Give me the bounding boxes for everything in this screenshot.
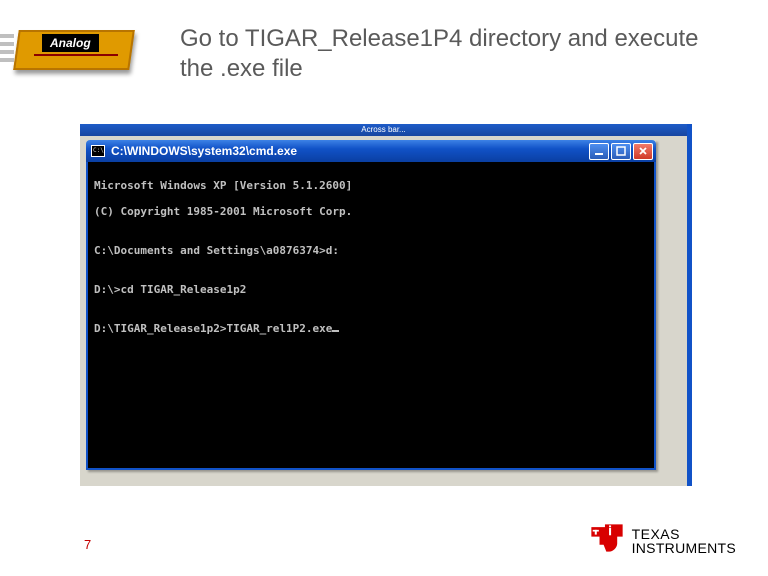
cmd-window-title: C:\WINDOWS\system32\cmd.exe: [111, 144, 589, 158]
cursor-icon: [332, 330, 339, 332]
cmd-output-line: D:\>cd TIGAR_Release1p2: [94, 283, 648, 296]
window-control-buttons: [589, 143, 653, 160]
close-icon: [638, 146, 648, 156]
ti-logo-line1: TEXAS: [632, 527, 736, 541]
minimize-button[interactable]: [589, 143, 609, 160]
analog-chip-logo: Analog: [6, 12, 138, 86]
cmd-prompt-icon: [91, 145, 105, 157]
cmd-prompt-text: D:\TIGAR_Release1p2>TIGAR_rel1P2.exe: [94, 322, 332, 335]
close-button[interactable]: [633, 143, 653, 160]
ti-logo-line2: INSTRUMENTS: [632, 541, 736, 555]
chip-pins: [0, 34, 14, 62]
cmd-output-line: C:\Documents and Settings\a0876374>d:: [94, 244, 648, 257]
cmd-prompt-line: D:\TIGAR_Release1p2>TIGAR_rel1P2.exe: [94, 322, 648, 335]
slide-title: Go to TIGAR_Release1P4 directory and exe…: [180, 24, 700, 84]
chip-underline: [34, 54, 118, 56]
screenshot-frame: Across bar... C:\WINDOWS\system32\cmd.ex…: [80, 124, 692, 486]
maximize-icon: [616, 146, 626, 156]
chip-label: Analog: [42, 34, 99, 52]
cmd-window: C:\WINDOWS\system32\cmd.exe Microsoft Wi…: [86, 140, 656, 470]
maximize-button[interactable]: [611, 143, 631, 160]
cmd-output-line: Microsoft Windows XP [Version 5.1.2600]: [94, 179, 648, 192]
cmd-terminal-body[interactable]: Microsoft Windows XP [Version 5.1.2600] …: [86, 162, 656, 470]
minimize-icon: [594, 146, 604, 156]
cmd-output-line: (C) Copyright 1985-2001 Microsoft Corp.: [94, 205, 648, 218]
page-number: 7: [84, 537, 91, 552]
ti-logo-text: TEXAS INSTRUMENTS: [632, 527, 736, 555]
texas-instruments-logo: TEXAS INSTRUMENTS: [590, 523, 736, 558]
cmd-titlebar[interactable]: C:\WINDOWS\system32\cmd.exe: [86, 140, 656, 162]
ti-mark-icon: [590, 523, 624, 558]
outer-window-titlebar: Across bar...: [80, 124, 687, 136]
